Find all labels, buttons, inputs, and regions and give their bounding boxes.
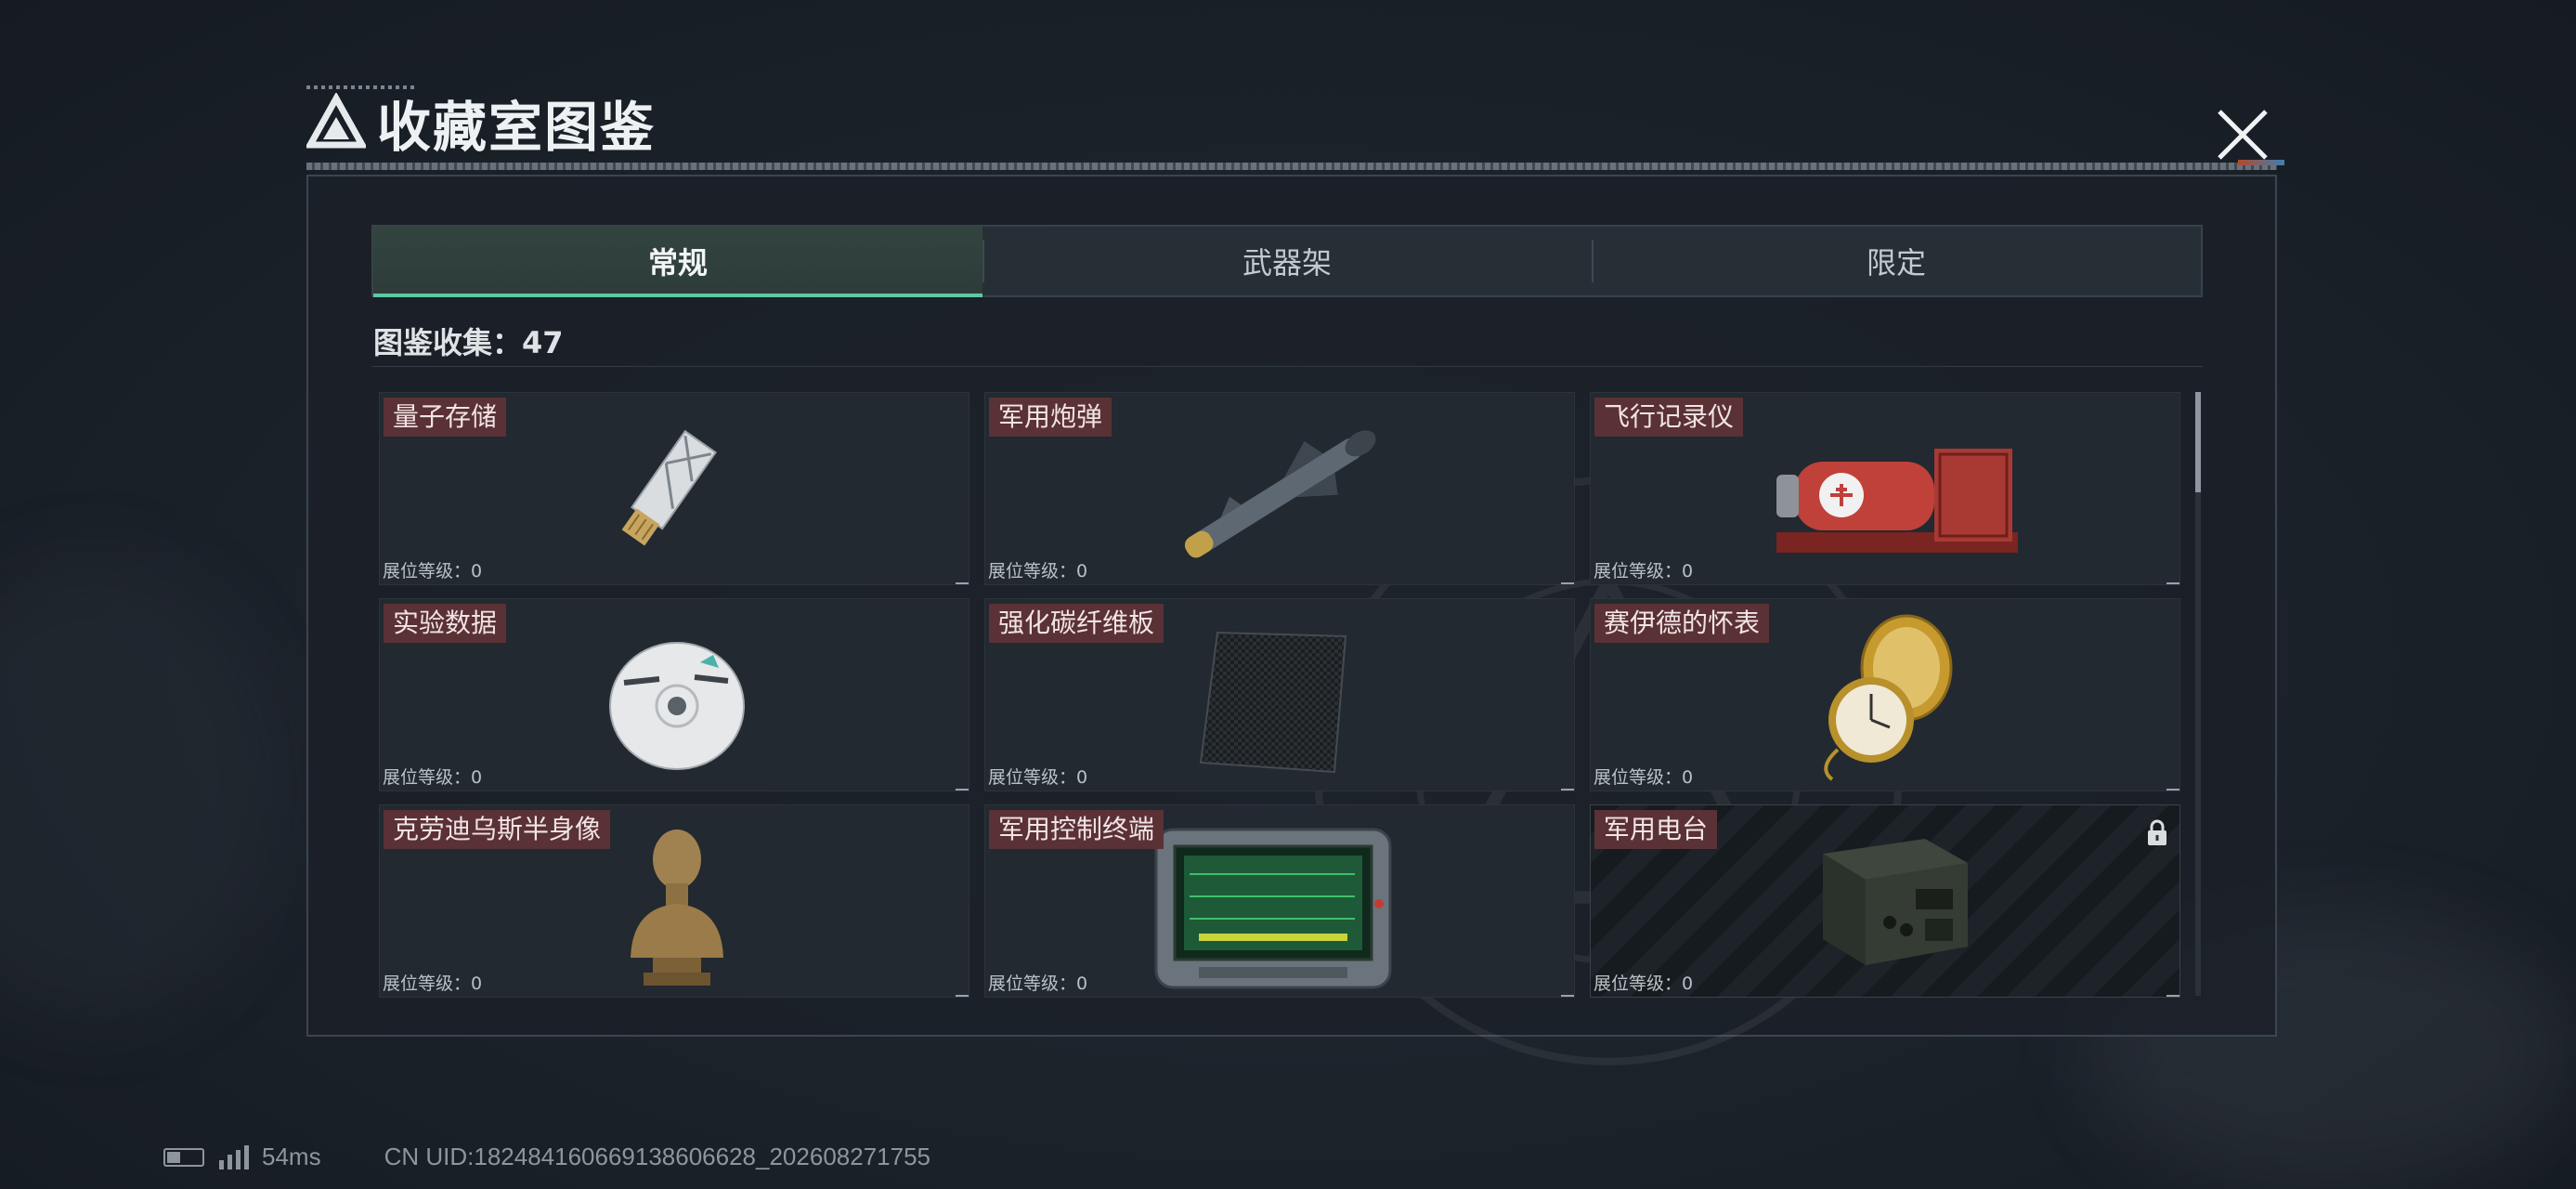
terminal-icon: [1154, 828, 1392, 989]
item-card-quantum-storage[interactable]: 量子存储 展位等级：0: [379, 392, 969, 585]
item-name: 实验数据: [384, 604, 507, 643]
flight-recorder-icon: [1776, 449, 2018, 553]
item-level: 展位等级：0: [1594, 767, 1694, 788]
tab-limited[interactable]: 限定: [1592, 227, 2201, 295]
item-level: 展位等级：0: [383, 973, 483, 994]
collection-count: 图鉴收集：47: [373, 320, 564, 362]
item-name: 军用电台: [1594, 810, 1718, 849]
ping-text: 54ms: [262, 1143, 321, 1170]
item-card-pocket-watch[interactable]: 赛伊德的怀表 展位等级：0: [1590, 598, 2180, 791]
item-card-military-radio[interactable]: 军用电台 展位等级：0: [1590, 804, 2180, 998]
usb-drive-icon: [621, 429, 717, 546]
card-corner: [2166, 995, 2179, 997]
uid-text: CN UID:18248416066913860​6628_2026082717…: [384, 1143, 930, 1170]
tab-bar: 常规 武器架 限定: [371, 225, 2203, 297]
item-card-military-shell[interactable]: 军用炮弹 展位等级：0: [984, 392, 1575, 585]
delta-logo-icon: [306, 93, 366, 149]
item-level: 展位等级：0: [1594, 973, 1694, 994]
header-divider: [306, 163, 2277, 170]
collection-count-label: 图鉴收集：: [373, 325, 523, 360]
item-name: 赛伊德的怀表: [1594, 604, 1770, 643]
item-level: 展位等级：0: [988, 767, 1088, 788]
card-corner: [1561, 789, 1574, 790]
radio-icon: [1823, 839, 1968, 965]
item-level: 展位等级：0: [988, 561, 1088, 581]
item-card-claudius-bust[interactable]: 克劳迪乌斯半身像 展位等级：0: [379, 804, 969, 998]
lock-icon: [2148, 819, 2166, 845]
item-name: 克劳迪乌斯半身像: [384, 810, 611, 849]
tab-regular[interactable]: 常规: [373, 227, 982, 297]
tab-weapon-rack[interactable]: 武器架: [982, 227, 1592, 295]
page-title: 收藏室图鉴: [377, 96, 657, 159]
item-name: 飞行记录仪: [1594, 398, 1744, 437]
missile-icon: [1184, 430, 1376, 558]
item-name: 军用炮弹: [989, 398, 1112, 437]
card-corner: [1561, 582, 1574, 584]
battery-icon: [163, 1147, 204, 1167]
collection-count-value: 47: [522, 325, 564, 360]
divider: [371, 366, 2203, 367]
card-corner: [956, 995, 969, 997]
scrollbar-thumb[interactable]: [2195, 392, 2201, 492]
card-corner: [2166, 582, 2179, 584]
signal-icon: [219, 1144, 249, 1169]
item-name: 强化碳纤维板: [989, 604, 1164, 643]
item-card-carbon-fiber-plate[interactable]: 强化碳纤维板 展位等级：0: [984, 598, 1575, 791]
status-bar: 54ms CN UID:18248416066913860​6628_20260…: [163, 1143, 930, 1171]
item-card-control-terminal[interactable]: 军用控制终端 展位等级：0: [984, 804, 1575, 998]
item-name: 量子存储: [384, 398, 507, 437]
item-level: 展位等级：0: [1594, 561, 1694, 581]
pocket-watch-icon: [1824, 614, 1953, 781]
title-bar: 收藏室图鉴: [306, 85, 656, 160]
item-level: 展位等级：0: [383, 767, 483, 788]
card-corner: [956, 789, 969, 790]
item-card-experiment-data[interactable]: 实验数据 展位等级：0: [379, 598, 969, 791]
disc-icon: [609, 642, 745, 770]
item-level: 展位等级：0: [988, 973, 1088, 994]
carbon-plate-icon: [1199, 631, 1347, 774]
item-card-flight-recorder[interactable]: 飞行记录仪 展位等级：0: [1590, 392, 2180, 585]
item-level: 展位等级：0: [383, 561, 483, 581]
bust-icon: [631, 830, 723, 986]
item-name: 军用控制终端: [989, 810, 1164, 849]
card-corner: [1561, 995, 1574, 997]
card-corner: [956, 582, 969, 584]
item-grid: 量子存储 展位等级：0 军用炮弹 展位等级：0 飞行记录仪 展位等级：0 实验数…: [379, 392, 2180, 998]
close-button[interactable]: [2208, 100, 2277, 169]
card-corner: [2166, 789, 2179, 790]
